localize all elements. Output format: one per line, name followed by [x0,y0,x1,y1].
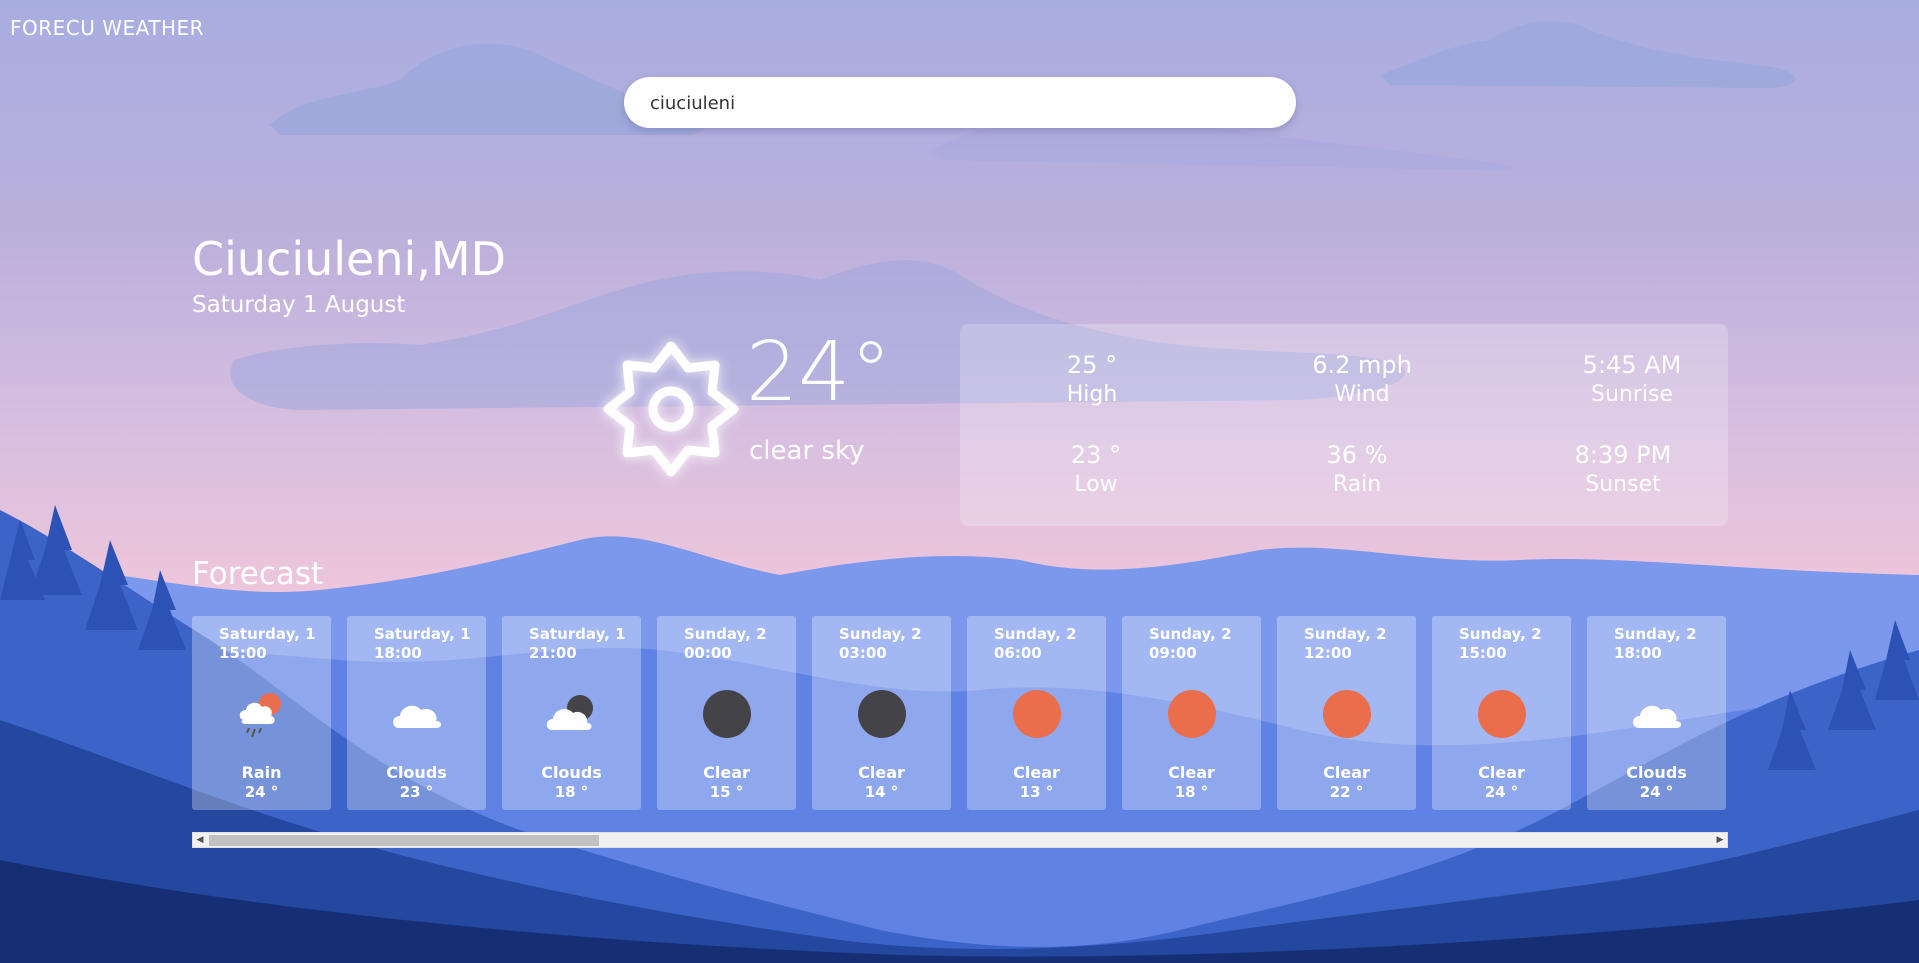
forecast-temp: 13 ° [1019,783,1054,801]
forecast-temp: 14 ° [864,783,899,801]
stat-rain-label: Rain [1332,472,1382,497]
forecast-temp: 22 ° [1329,783,1364,801]
stat-wind-label: Wind [1334,382,1390,407]
stat-high: 25 ° High [1012,350,1172,410]
forecast-condition: Clear [703,763,750,782]
location-city: Ciuciuleni,MD [192,232,507,286]
stat-wind: 6.2 mph Wind [1282,350,1442,410]
sun-icon [1013,690,1061,738]
scroll-left-icon[interactable]: ◀ [193,833,207,847]
forecast-card: Sunday, 2 15:00 Clear 24 ° [1432,616,1571,810]
forecast-card: Saturday, 1 21:00 Clouds 18 ° [502,616,641,810]
forecast-condition: Clear [1478,763,1525,782]
forecast-card: Sunday, 2 09:00 Clear 18 ° [1122,616,1261,810]
search-bar[interactable] [624,77,1296,130]
sun-icon [1478,690,1526,738]
forecast-time: 15:00 [219,644,267,662]
cloud-icon [1633,705,1682,728]
forecast-condition: Rain [241,763,282,782]
forecast-temp: 18 ° [554,783,589,801]
forecast-day: Sunday, 2 [1614,625,1697,643]
forecast-time: 06:00 [994,644,1042,662]
cloud-decoration [1380,21,1796,88]
stat-sunset-label: Sunset [1585,472,1661,497]
stat-sunset-value: 8:39 PM [1574,441,1672,469]
forecast-temp: 24 ° [244,783,279,801]
rain-cloud-sun-icon [239,693,281,738]
forecast-temp: 24 ° [1639,783,1674,801]
stat-high-value: 25 ° [1066,351,1118,379]
moon-icon [703,690,751,738]
forecast-day: Sunday, 2 [1149,625,1232,643]
forecast-time: 18:00 [374,644,422,662]
forecast-condition: Clouds [541,763,602,782]
stat-sunset: 8:39 PM Sunset [1543,440,1703,500]
forecast-card: Sunday, 2 03:00 Clear 14 ° [812,616,951,810]
scrollbar-thumb[interactable] [209,835,599,846]
forecast-condition: Clear [858,763,905,782]
forecast-condition: Clouds [1626,763,1687,782]
stat-low-value: 23 ° [1070,441,1122,469]
stat-high-label: High [1066,382,1118,407]
forecast-card: Sunday, 2 06:00 Clear 13 ° [967,616,1106,810]
forecast-day: Sunday, 2 [1459,625,1542,643]
forecast-scrollbar[interactable]: ◀ ▶ [192,832,1728,848]
forecast-temp: 15 ° [709,783,744,801]
cloud-moon-icon [546,695,593,730]
scroll-right-icon[interactable]: ▶ [1713,833,1727,847]
forecast-heading: Forecast [192,556,324,592]
forecast-day: Sunday, 2 [994,625,1077,643]
stat-rain-value: 36 % [1326,441,1388,469]
cloud-icon [393,705,442,728]
forecast-time: 21:00 [529,644,577,662]
current-description: clear sky [749,436,865,466]
forecast-day: Sunday, 2 [1304,625,1387,643]
forecast-day: Saturday, 1 [374,625,471,643]
stat-low: 23 ° Low [1016,440,1176,500]
forecast-time: 03:00 [839,644,887,662]
stat-rain: 36 % Rain [1277,440,1437,500]
location-date: Saturday 1 August [192,292,406,318]
forecast-condition: Clouds [386,763,447,782]
stat-low-label: Low [1074,472,1118,497]
forecast-day: Saturday, 1 [219,625,316,643]
stat-sunrise-value: 5:45 AM [1582,351,1682,379]
sun-icon [1168,690,1216,738]
stat-wind-value: 6.2 mph [1312,351,1412,379]
weather-stats-panel: 25 ° High 6.2 mph Wind 5:45 AM Sunrise 2… [960,324,1728,526]
forecast-time: 18:00 [1614,644,1662,662]
forecast-list[interactable]: Saturday, 1 15:00 Rain 24 ° Saturday, 1 18… [192,616,1728,811]
stat-sunrise-label: Sunrise [1590,382,1673,407]
search-input[interactable] [648,77,1272,130]
forecast-time: 15:00 [1459,644,1507,662]
forecast-temp: 23 ° [399,783,434,801]
forecast-day: Sunday, 2 [684,625,767,643]
sun-icon [603,341,739,477]
forecast-time: 12:00 [1304,644,1352,662]
forecast-time: 00:00 [684,644,732,662]
app-title: FORECU WEATHER [10,16,205,40]
forecast-day: Saturday, 1 [529,625,626,643]
forecast-condition: Clear [1013,763,1060,782]
forecast-condition: Clear [1323,763,1370,782]
moon-icon [858,690,906,738]
forecast-temp: 24 ° [1484,783,1519,801]
current-temperature: 24° [746,325,892,420]
forecast-temp: 18 ° [1174,783,1209,801]
forecast-card: Sunday, 2 18:00 Clouds 24 ° [1587,616,1726,810]
forecast-card: Sunday, 2 00:00 Clear 15 ° [657,616,796,810]
forecast-card: Sunday, 2 12:00 Clear 22 ° [1277,616,1416,810]
sun-icon [1323,690,1371,738]
forecast-day: Sunday, 2 [839,625,922,643]
forecast-card: Saturday, 1 18:00 Clouds 23 ° [347,616,486,810]
forecast-condition: Clear [1168,763,1215,782]
forecast-time: 09:00 [1149,644,1197,662]
stat-sunrise: 5:45 AM Sunrise [1552,350,1712,410]
forecast-card: Saturday, 1 15:00 Rain 24 ° [192,616,331,810]
